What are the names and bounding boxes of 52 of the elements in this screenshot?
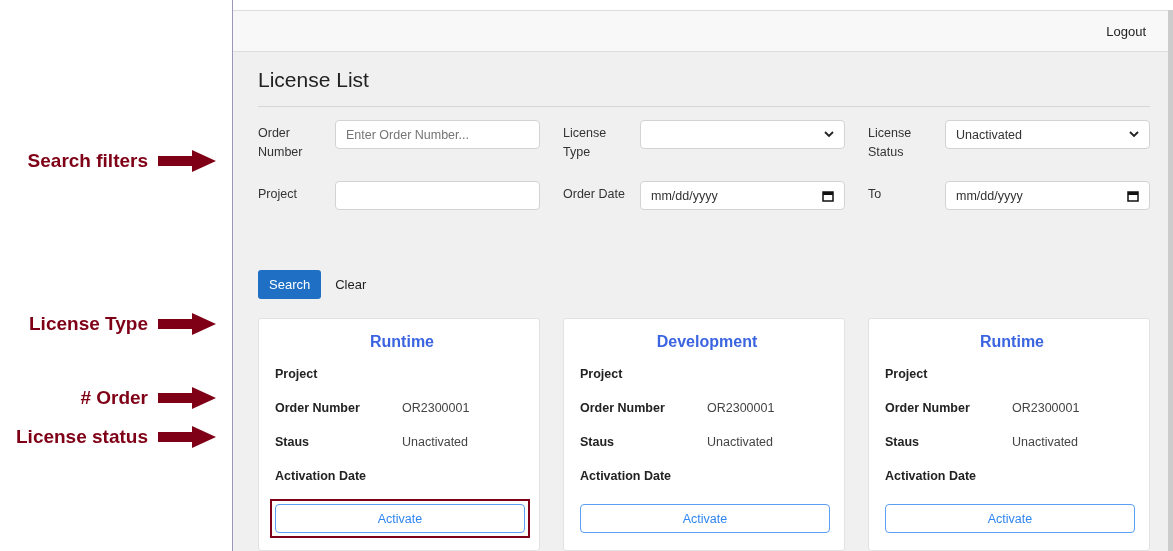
- license-type: Development: [655, 333, 759, 351]
- input-field[interactable]: [335, 181, 540, 210]
- chevron-down-icon: [1129, 131, 1139, 138]
- field-value: Unactivated: [707, 435, 773, 451]
- field-label: Activation Date: [885, 469, 977, 485]
- input-field[interactable]: Enter Order Number...: [335, 120, 540, 149]
- callout-arrow-icon: [158, 426, 216, 448]
- field-label: Staus: [885, 435, 921, 451]
- field-value: OR2300001: [707, 401, 775, 417]
- callout-label: License status: [16, 426, 148, 448]
- chevron-down-icon: [824, 131, 834, 138]
- search-button[interactable]: Search: [258, 270, 322, 299]
- calendar-icon: [1127, 189, 1139, 202]
- field-label: Project: [580, 367, 624, 383]
- field-label: Staus: [580, 435, 616, 451]
- activate-button[interactable]: Activate: [885, 504, 1135, 533]
- select-dropdown[interactable]: Unactivated: [945, 120, 1150, 149]
- callout-arrow-icon: [158, 150, 216, 172]
- field-label: Order Number: [275, 401, 361, 417]
- filter-label: Order Date: [563, 186, 626, 203]
- select-dropdown[interactable]: [640, 120, 845, 149]
- clear-button[interactable]: Clear: [327, 270, 375, 299]
- field-value: OR2300001: [1012, 401, 1080, 417]
- field-label: Order Number: [885, 401, 971, 417]
- logout-link[interactable]: Logout: [1106, 23, 1146, 39]
- callout-label: # Order: [80, 387, 148, 409]
- license-type: Runtime: [369, 333, 435, 351]
- field-value: Unactivated: [402, 435, 468, 451]
- filter-label: License Type: [563, 125, 608, 161]
- date-field[interactable]: mm/dd/yyyy: [640, 181, 845, 210]
- field-label: Activation Date: [275, 469, 367, 485]
- field-value: Unactivated: [1012, 435, 1078, 451]
- callout-arrow-icon: [158, 313, 216, 335]
- activate-button[interactable]: Activate: [275, 504, 525, 533]
- field-label: Project: [275, 367, 319, 383]
- filter-label: Order Number: [258, 125, 304, 161]
- calendar-icon: [822, 189, 834, 202]
- callout-label: License Type: [29, 313, 148, 335]
- field-label: Staus: [275, 435, 311, 451]
- callout-arrow-icon: [158, 387, 216, 409]
- page-title: License List: [258, 68, 370, 92]
- filter-label: To: [868, 186, 883, 203]
- license-type: Runtime: [979, 333, 1045, 351]
- field-label: Order Number: [580, 401, 666, 417]
- filter-label: License Status: [868, 125, 913, 161]
- field-value: OR2300001: [402, 401, 470, 417]
- filter-label: Project: [258, 186, 298, 203]
- activate-button[interactable]: Activate: [580, 504, 830, 533]
- callout-label: Search filters: [27, 150, 148, 172]
- field-label: Project: [885, 367, 929, 383]
- date-field[interactable]: mm/dd/yyyy: [945, 181, 1150, 210]
- field-label: Activation Date: [580, 469, 672, 485]
